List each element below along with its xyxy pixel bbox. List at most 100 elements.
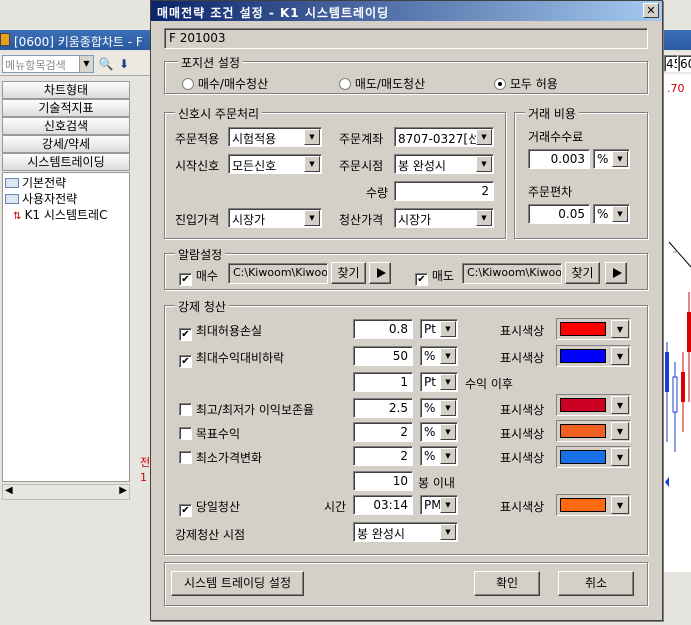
radio-both[interactable]: 모두 허용 bbox=[494, 75, 558, 92]
checkbox-empty-icon[interactable] bbox=[179, 403, 192, 416]
account-select[interactable]: 8707-0327[선물 ▼ bbox=[394, 127, 494, 147]
radio-icon[interactable] bbox=[339, 78, 351, 90]
chevron-down-icon[interactable]: ▼ bbox=[611, 496, 629, 514]
max-profit-drop-checkbox[interactable]: ✔ 최대수익대비하락 bbox=[179, 349, 284, 368]
chevron-down-icon[interactable]: ▼ bbox=[440, 374, 456, 390]
checkmark-icon[interactable]: ✔ bbox=[179, 504, 192, 517]
strength-button[interactable]: 강세/약세 bbox=[2, 135, 130, 153]
max-loss-input[interactable]: 0.8 bbox=[353, 319, 413, 339]
right-value-1[interactable]: 45 bbox=[664, 55, 678, 72]
play-icon[interactable] bbox=[369, 262, 391, 284]
chevron-down-icon[interactable]: ▼ bbox=[476, 129, 492, 145]
tree-folder-basic[interactable]: 기본전략 bbox=[5, 174, 66, 191]
checkmark-icon[interactable]: ✔ bbox=[179, 355, 192, 368]
chevron-down-icon[interactable]: ▼ bbox=[440, 348, 456, 364]
chevron-down-icon[interactable]: ▼ bbox=[440, 497, 456, 513]
target-profit-checkbox[interactable]: 목표수익 bbox=[179, 425, 240, 442]
chevron-down-icon[interactable]: ▼ bbox=[440, 448, 456, 464]
slip-input[interactable]: 0.05 bbox=[528, 204, 590, 224]
order-apply-select[interactable]: 시험적용 ▼ bbox=[228, 127, 322, 147]
chevron-down-icon[interactable]: ▼ bbox=[611, 448, 629, 466]
chevron-down-icon[interactable]: ▼ bbox=[611, 320, 629, 338]
chart-type-button[interactable]: 차트형태 bbox=[2, 81, 130, 99]
ok-button[interactable]: 확인 bbox=[474, 571, 540, 596]
chevron-down-icon[interactable]: ▼ bbox=[612, 151, 628, 167]
checkbox-empty-icon[interactable] bbox=[179, 427, 192, 440]
chevron-down-icon[interactable]: ▼ bbox=[304, 210, 320, 226]
chevron-down-icon[interactable]: ▼ bbox=[440, 321, 456, 337]
radio-icon[interactable] bbox=[182, 78, 194, 90]
chevron-down-icon[interactable]: ▼ bbox=[440, 524, 456, 540]
play-icon[interactable] bbox=[605, 262, 627, 284]
bars-within-input[interactable]: 10 bbox=[353, 471, 413, 491]
qty-input[interactable]: 2 bbox=[394, 181, 494, 201]
chevron-down-icon[interactable]: ▼ bbox=[611, 422, 629, 440]
alarm-buy-checkbox[interactable]: ✔ 매수 bbox=[179, 267, 218, 286]
exit-price-select[interactable]: 시장가 ▼ bbox=[394, 208, 494, 228]
search-icon[interactable]: 🔍 bbox=[98, 55, 114, 73]
chevron-down-icon[interactable]: ▼ bbox=[611, 347, 629, 365]
technical-indicator-button[interactable]: 기술적지표 bbox=[2, 99, 130, 117]
chevron-down-icon[interactable]: ▼ bbox=[476, 210, 492, 226]
fee-unit-select[interactable]: % ▼ bbox=[593, 149, 630, 169]
order-time-select[interactable]: 봉 완성시 ▼ bbox=[394, 154, 494, 174]
profit-preserve-unit[interactable]: % ▼ bbox=[420, 398, 458, 418]
intraday-close-ampm[interactable]: PM ▼ bbox=[420, 495, 458, 515]
intraday-close-checkbox[interactable]: ✔ 당일청산 bbox=[179, 498, 240, 517]
alarm-sell-checkbox[interactable]: ✔ 매도 bbox=[415, 267, 454, 286]
min-price-change-input[interactable]: 2 bbox=[353, 446, 413, 466]
color-picker-min-price-change[interactable]: ▼ bbox=[556, 446, 631, 468]
chevron-down-icon[interactable]: ▼ bbox=[440, 400, 456, 416]
chevron-down-icon[interactable]: ▼ bbox=[612, 206, 628, 222]
target-profit-unit[interactable]: % ▼ bbox=[420, 422, 458, 442]
checkmark-icon[interactable]: ✔ bbox=[179, 273, 192, 286]
alarm-sell-find-button[interactable]: 찾기 bbox=[565, 262, 600, 284]
min-price-change-unit[interactable]: % ▼ bbox=[420, 446, 458, 466]
radio-sell[interactable]: 매도/매도청산 bbox=[339, 75, 425, 92]
scroll-right-icon[interactable]: ▶ bbox=[119, 485, 127, 496]
profit-after-input[interactable]: 1 bbox=[353, 372, 413, 392]
tree-folder-user[interactable]: 사용자전략 bbox=[5, 190, 77, 207]
chevron-down-icon[interactable]: ▼ bbox=[440, 424, 456, 440]
max-loss-unit[interactable]: Pt ▼ bbox=[420, 319, 458, 339]
checkmark-icon[interactable]: ✔ bbox=[179, 328, 192, 341]
entry-price-select[interactable]: 시장가 ▼ bbox=[228, 208, 322, 228]
chevron-down-icon[interactable]: ▼ bbox=[476, 156, 492, 172]
slip-unit-select[interactable]: % ▼ bbox=[593, 204, 630, 224]
color-picker-max-loss[interactable]: ▼ bbox=[556, 318, 631, 340]
right-value-2[interactable]: 60 bbox=[678, 55, 691, 72]
radio-selected-icon[interactable] bbox=[494, 78, 506, 90]
signal-search-button[interactable]: 신호검색 bbox=[2, 117, 130, 135]
chevron-down-icon[interactable]: ▼ bbox=[304, 129, 320, 145]
color-picker-profit-preserve[interactable]: ▼ bbox=[556, 394, 631, 416]
color-picker-max-profit-drop[interactable]: ▼ bbox=[556, 345, 631, 367]
profit-preserve-input[interactable]: 2.5 bbox=[353, 398, 413, 418]
target-profit-input[interactable]: 2 bbox=[353, 422, 413, 442]
profit-preserve-checkbox[interactable]: 최고/최저가 이익보존율 bbox=[179, 401, 314, 418]
system-trading-button[interactable]: 시스템트레이딩 bbox=[2, 153, 130, 171]
max-profit-drop-unit[interactable]: % ▼ bbox=[420, 346, 458, 366]
min-price-change-checkbox[interactable]: 최소가격변화 bbox=[179, 449, 262, 466]
checkmark-icon[interactable]: ✔ bbox=[415, 273, 428, 286]
menu-search-combo[interactable]: 메뉴항목검색 ▼ bbox=[2, 55, 94, 73]
fee-input[interactable]: 0.003 bbox=[528, 149, 590, 169]
profit-after-unit[interactable]: Pt ▼ bbox=[420, 372, 458, 392]
start-signal-select[interactable]: 모든신호 ▼ bbox=[228, 154, 322, 174]
color-picker-target-profit[interactable]: ▼ bbox=[556, 420, 631, 442]
forced-timing-select[interactable]: 봉 완성시 ▼ bbox=[353, 522, 458, 542]
radio-buy[interactable]: 매수/매수청산 bbox=[182, 75, 268, 92]
cancel-button[interactable]: 취소 bbox=[558, 571, 634, 596]
chevron-down-icon[interactable]: ▼ bbox=[304, 156, 320, 172]
system-trading-settings-button[interactable]: 시스템 트레이딩 설정 bbox=[171, 571, 304, 596]
tree-horizontal-scrollbar[interactable]: ◀ ▶ bbox=[2, 484, 130, 500]
checkbox-empty-icon[interactable] bbox=[179, 451, 192, 464]
intraday-close-time[interactable]: 03:14 bbox=[353, 495, 413, 515]
max-loss-checkbox[interactable]: ✔ 최대허용손실 bbox=[179, 322, 262, 341]
tree-item-k1[interactable]: ⇅ K1 시스템트레C bbox=[13, 206, 107, 223]
chevron-down-icon[interactable]: ▼ bbox=[79, 56, 93, 72]
alarm-buy-find-button[interactable]: 찾기 bbox=[331, 262, 366, 284]
color-picker-intraday-close[interactable]: ▼ bbox=[556, 494, 631, 516]
download-icon[interactable]: ⬇ bbox=[116, 55, 132, 73]
chevron-down-icon[interactable]: ▼ bbox=[611, 396, 629, 414]
close-icon[interactable]: ✕ bbox=[643, 3, 659, 18]
